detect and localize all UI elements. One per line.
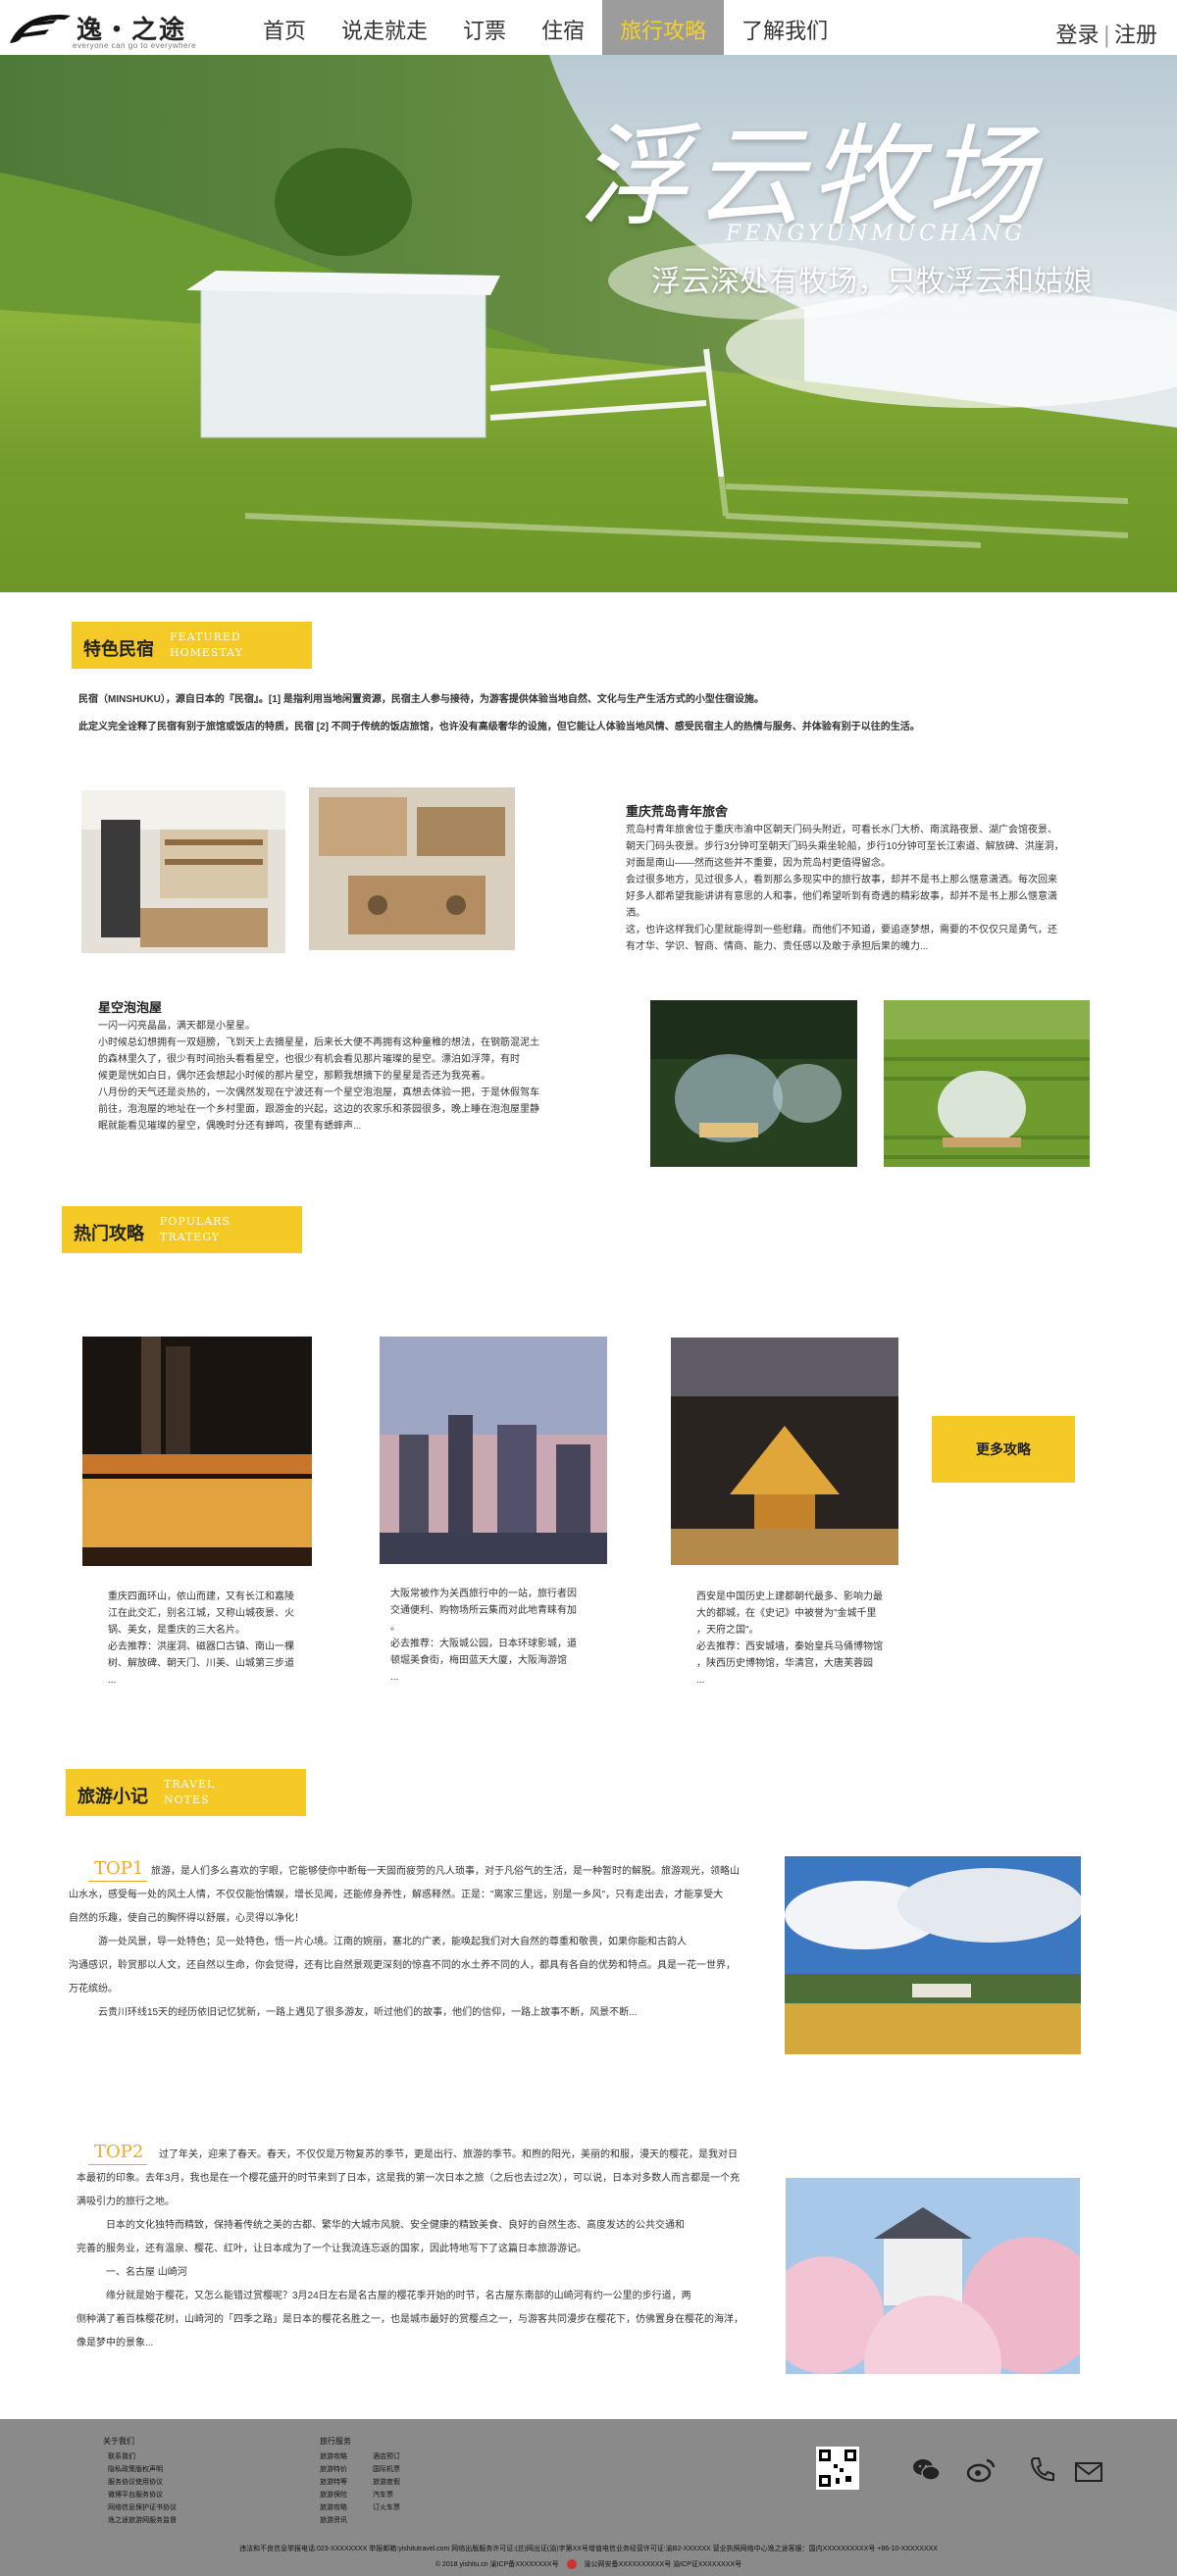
site-header: 逸・之途 everyone can go to everywhere 首页 说走… — [0, 0, 1177, 55]
footer-about-link[interactable]: 隐私政策版权声明 — [108, 2464, 163, 2474]
nav-item-tickets[interactable]: 订票 — [445, 0, 524, 55]
footer-about-link[interactable]: 微博平台服务协议 — [108, 2490, 163, 2500]
bubble-house-card-title: 星空泡泡屋 — [98, 1000, 163, 1015]
osaka-card-text: 大阪常被作为关西旅行中的一站，旅行者因 交通便利、购物场所云集而对此地青睐有加 … — [390, 1589, 577, 1683]
notes-heading-cn: 旅游小记 — [77, 1787, 148, 1807]
register-link[interactable]: 注册 — [1114, 24, 1157, 48]
nav-item-go[interactable]: 说走就走 — [324, 0, 445, 55]
phone-icon[interactable] — [1026, 2454, 1057, 2486]
notes-section-heading: 旅游小记 TRAVEL NOTES — [66, 1769, 306, 1816]
footer-service-link[interactable]: 旅游保险 — [320, 2490, 347, 2500]
chongqing-night-photo[interactable] — [82, 1337, 312, 1566]
footer-legal-line: 违法和不良信息举报电话:023-XXXXXXXX 举报邮箱:yishitutra… — [239, 2546, 938, 2552]
footer-service-link[interactable]: 订火车票 — [373, 2502, 400, 2512]
strategy-section-heading: 热门攻略 POPULARS TRATEGY — [62, 1206, 302, 1253]
hostel-room-photo — [81, 790, 285, 953]
strategy-heading-cn: 热门攻略 — [74, 1224, 144, 1244]
cherry-blossom-castle-photo[interactable] — [786, 2178, 1080, 2374]
footer-service-link[interactable]: 旅游攻略 — [320, 2451, 347, 2461]
bubble-house-card-text: 一闪一闪亮晶晶，满天都是小星星。 小时候总幻想拥有一双翅膀，飞到天上去摘星星，后… — [98, 1021, 539, 1132]
nav-item-lodging[interactable]: 住宿 — [524, 0, 602, 55]
nav-item-guides[interactable]: 旅行攻略 — [602, 0, 725, 55]
footer-about-link[interactable]: 联系我们 — [108, 2451, 135, 2461]
nav-item-about[interactable]: 了解我们 — [724, 0, 845, 55]
mail-icon[interactable] — [1073, 2456, 1104, 2488]
xian-card-text: 西安是中国历史上建都朝代最多、影响力最 大的都城，在《史记》中被誉为"金城千里 … — [696, 1591, 883, 1686]
featured-intro-1: 民宿（MINSHUKU），源自日本的『民宿』。[1] 是指利用当地闲置资源，民宿… — [78, 694, 764, 705]
footer-about-title: 关于我们 — [103, 2437, 134, 2446]
notes-heading-en: TRAVEL NOTES — [164, 1778, 216, 1806]
footer-service-link[interactable]: 国际机票 — [373, 2464, 400, 2474]
xian-bell-tower-photo[interactable] — [671, 1338, 898, 1565]
featured-section-heading: 特色民宿 FEATURED HOMESTAY — [72, 622, 312, 669]
footer-about-link[interactable]: 服务协议使用协议 — [108, 2477, 163, 2487]
brand-logo[interactable]: 逸・之途 everyone can go to everywhere — [0, 6, 206, 51]
wechat-icon[interactable] — [910, 2454, 942, 2486]
featured-heading-cn: 特色民宿 — [83, 639, 154, 660]
hero-tagline: 浮云深处有牧场，只牧浮云和姑娘 — [651, 266, 1093, 298]
footer-service-link[interactable]: 旅游特等 — [320, 2477, 347, 2487]
footer-service-link[interactable]: 汽车票 — [373, 2490, 393, 2500]
logo-mark-icon — [10, 15, 71, 43]
nav-item-home[interactable]: 首页 — [245, 0, 324, 55]
brand-slogan: everyone can go to everywhere — [73, 41, 197, 50]
footer-service-link[interactable]: 酒店预订 — [373, 2451, 400, 2461]
footer-service-link[interactable]: 旅游资讯 — [320, 2515, 347, 2525]
featured-intro-2: 此定义完全诠释了民宿有别于旅馆或饭店的特质，民宿 [2] 不同于传统的饭店旅馆，… — [78, 722, 920, 732]
footer-service-link[interactable]: 旅游特价 — [320, 2464, 347, 2474]
main-nav: 首页 说走就走 订票 住宿 旅行攻略 了解我们 — [245, 0, 845, 55]
footer-about-link[interactable]: 逸之途旅游网服务监督 — [108, 2515, 177, 2525]
hero-banner: 浮云牧场 FENGYUNMUCHANG 浮云深处有牧场，只牧浮云和姑娘 — [0, 55, 1177, 592]
footer-about-link[interactable]: 网络信息保护证书协议 — [108, 2502, 177, 2512]
police-badge-icon — [566, 2559, 577, 2570]
more-strategy-button[interactable]: 更多攻略 — [932, 1416, 1075, 1483]
bubble-house-night-photo — [650, 1000, 857, 1167]
footer-services-title: 旅行服务 — [320, 2437, 351, 2446]
featured-heading-en: FEATURED HOMESTAY — [170, 631, 243, 659]
qr-code-icon[interactable] — [816, 2447, 859, 2490]
bubble-house-field-photo — [884, 1000, 1090, 1167]
footer-copyright-line: © 2018 yishitu.cn 渝ICP备XXXXXXXX号 渝公网安备XX… — [435, 2559, 742, 2570]
grassland-photo[interactable] — [785, 1856, 1081, 2054]
chongqing-card-text: 重庆四面环山，依山而建，又有长江和嘉陵 江在此交汇，别名江城，又称山城夜景、火 … — [108, 1591, 294, 1686]
footer-service-link[interactable]: 旅游度假 — [373, 2477, 400, 2487]
hostel-card-text: 荒岛村青年旅舍位于重庆市渝中区朝天门码头附近，可看长水门大桥、南滨路夜景、湖广会… — [626, 825, 1064, 952]
osaka-skyline-photo[interactable] — [380, 1337, 607, 1564]
hostel-aerial-photo — [309, 787, 515, 950]
weibo-icon[interactable] — [965, 2454, 997, 2486]
site-footer: 关于我们 联系我们 隐私政策版权声明 服务协议使用协议 微博平台服务协议 网络信… — [0, 2419, 1177, 2576]
login-link[interactable]: 登录 — [1056, 24, 1100, 48]
strategy-heading-en: POPULARS TRATEGY — [160, 1215, 230, 1243]
top2-note-text: 过了年关，迎来了春天。春天，不仅仅是万物复苏的季节，更是出行、旅游的季节。和煦的… — [77, 2149, 743, 2349]
hero-subtitle-en: FENGYUNMUCHANG — [726, 222, 1026, 246]
auth-links: 登录 | 注册 — [1056, 18, 1157, 49]
hostel-card-title: 重庆荒岛青年旅舍 — [626, 804, 729, 819]
footer-service-link[interactable]: 旅游攻略 — [320, 2502, 347, 2512]
auth-separator: | — [1102, 24, 1110, 48]
top1-note-text: 旅游，是人们多么喜欢的字眼，它能够使你中断每一天固而疲劳的凡人琐事，对于凡俗气的… — [69, 1866, 740, 2018]
